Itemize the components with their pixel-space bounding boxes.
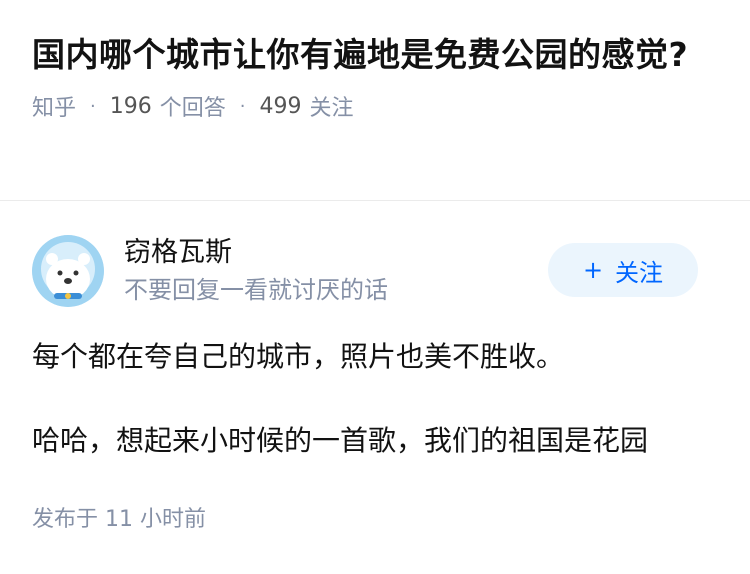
answer-paragraph: 每个都在夸自己的城市，照片也美不胜收。: [32, 340, 565, 373]
author-row: 窃格瓦斯 不要回复一看就讨厌的话 + 关注: [32, 235, 718, 307]
answer-count: 196: [109, 93, 152, 119]
avatar[interactable]: [32, 235, 104, 307]
published-info: 发布于 11 小时前: [32, 501, 718, 533]
answer-paragraph: 哈哈，想起来小时候的一首歌，我们的祖国是花园: [32, 424, 649, 457]
question-header: 国内哪个城市让你有遍地是免费公园的感觉? 知乎 · 196 个回答 · 499 …: [0, 0, 750, 170]
follow-button-label: 关注: [615, 258, 664, 287]
follow-count: 499: [259, 93, 302, 119]
follow-count-label: 关注: [309, 96, 354, 121]
follow-button[interactable]: + 关注: [548, 243, 698, 297]
published-prefix: 发布于: [32, 507, 99, 532]
question-title[interactable]: 国内哪个城市让你有遍地是免费公园的感觉?: [32, 30, 718, 80]
divider: [0, 200, 750, 201]
author-info: 窃格瓦斯 不要回复一看就讨厌的话: [124, 235, 388, 307]
answer-content: 每个都在夸自己的城市，照片也美不胜收。 哈哈，想起来小时候的一首歌，我们的祖国是…: [32, 337, 718, 461]
answer-count-label: 个回答: [159, 96, 226, 121]
plus-icon: +: [582, 256, 604, 284]
separator-dot: ·: [239, 95, 246, 117]
author-name[interactable]: 窃格瓦斯: [124, 235, 388, 271]
author-bio: 不要回复一看就讨厌的话: [124, 276, 388, 304]
polar-bear-avatar-icon: [32, 235, 104, 307]
source-label: 知乎: [32, 96, 77, 121]
separator-dot: ·: [90, 95, 96, 117]
question-meta: 知乎 · 196 个回答 · 499 关注: [32, 90, 718, 122]
published-time: 11 小时前: [105, 507, 207, 532]
answer-card: 窃格瓦斯 不要回复一看就讨厌的话 + 关注 每个都在夸自己的城市，照片也美不胜收…: [0, 235, 750, 533]
